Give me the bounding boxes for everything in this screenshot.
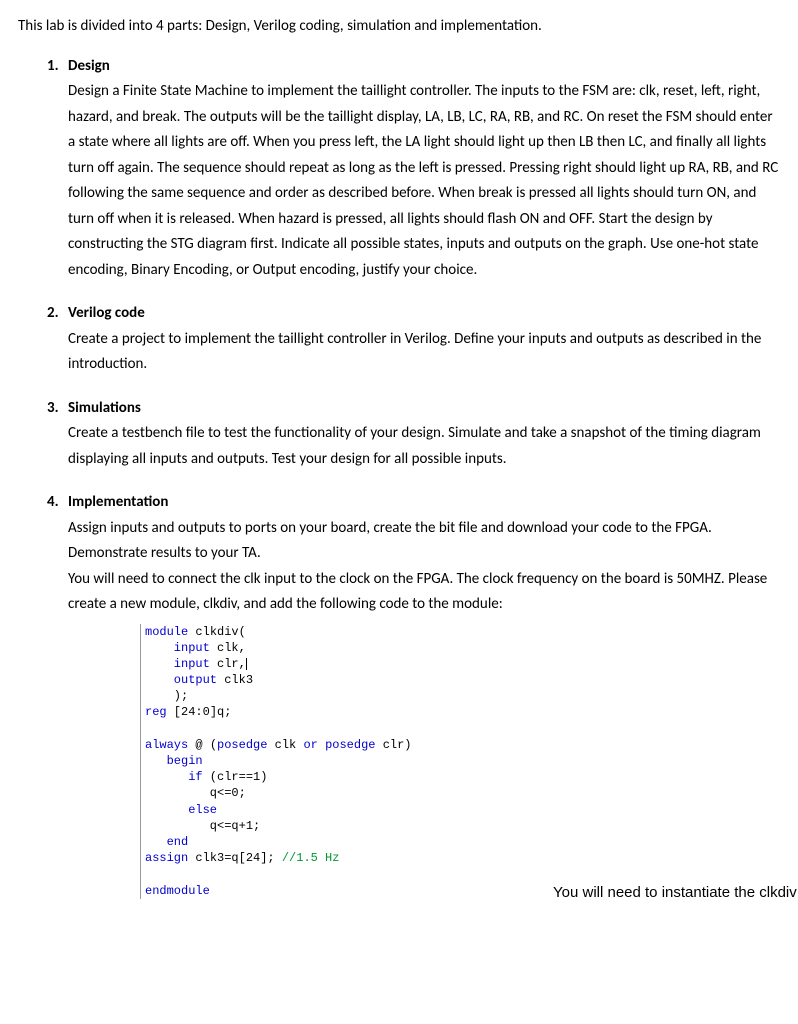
code-kw: or: [303, 738, 317, 752]
section-body: Create a testbench file to test the func…: [68, 421, 780, 472]
section-verilog: Verilog code Create a project to impleme…: [62, 301, 780, 378]
section-heading: Simulations: [68, 399, 141, 417]
section-body: Create a project to implement the tailli…: [68, 327, 780, 378]
code-kw: reg: [145, 705, 167, 719]
code-kw: else: [145, 803, 217, 817]
code-text: clkdiv(: [188, 625, 246, 639]
code-text: @ (: [188, 738, 217, 752]
code-text: clk: [267, 738, 303, 752]
code-kw: always: [145, 738, 188, 752]
code-text: clr): [376, 738, 412, 752]
section-design: Design Design a Finite State Machine to …: [62, 54, 780, 284]
code-text: q<=0;: [145, 786, 246, 800]
code-kw: end: [145, 835, 188, 849]
intro-text: This lab is divided into 4 parts: Design…: [18, 14, 780, 40]
code-text: clk,: [210, 641, 246, 655]
code-kw: posedge: [325, 738, 375, 752]
verilog-code-block: module clkdiv( input clk, input clr, out…: [140, 624, 780, 899]
code-text: [318, 738, 325, 752]
section-heading: Design: [68, 57, 110, 75]
side-note: You will need to instantiate the clkdiv …: [553, 883, 798, 903]
code-comment: //1.5 Hz: [282, 851, 340, 865]
code-kw: output: [145, 673, 217, 687]
code-text: clr,: [210, 657, 246, 671]
code-kw: posedge: [217, 738, 267, 752]
code-footer-row: endmoduleYou will need to instantiate th…: [145, 883, 780, 899]
code-kw: endmodule: [145, 884, 210, 898]
code-text: (clr==1): [203, 770, 268, 784]
section-body: Assign inputs and outputs to ports on yo…: [68, 516, 780, 618]
code-text: q<=q+1;: [145, 819, 260, 833]
code-text: clk3=q[24];: [188, 851, 282, 865]
section-list: Design Design a Finite State Machine to …: [18, 54, 780, 899]
section-heading: Verilog code: [68, 304, 145, 322]
section-simulations: Simulations Create a testbench file to t…: [62, 396, 780, 473]
code-kw: module: [145, 625, 188, 639]
section-heading: Implementation: [68, 493, 168, 511]
section-body: Design a Finite State Machine to impleme…: [68, 79, 780, 283]
code-kw: input: [145, 641, 210, 655]
code-kw: assign: [145, 851, 188, 865]
text-cursor-icon: [246, 658, 247, 670]
code-text: );: [145, 689, 188, 703]
code-text: clk3: [217, 673, 253, 687]
section-implementation: Implementation Assign inputs and outputs…: [62, 490, 780, 899]
code-kw: input: [145, 657, 210, 671]
code-text: [24:0]q;: [167, 705, 232, 719]
code-kw: if: [145, 770, 203, 784]
code-kw: begin: [145, 754, 203, 768]
